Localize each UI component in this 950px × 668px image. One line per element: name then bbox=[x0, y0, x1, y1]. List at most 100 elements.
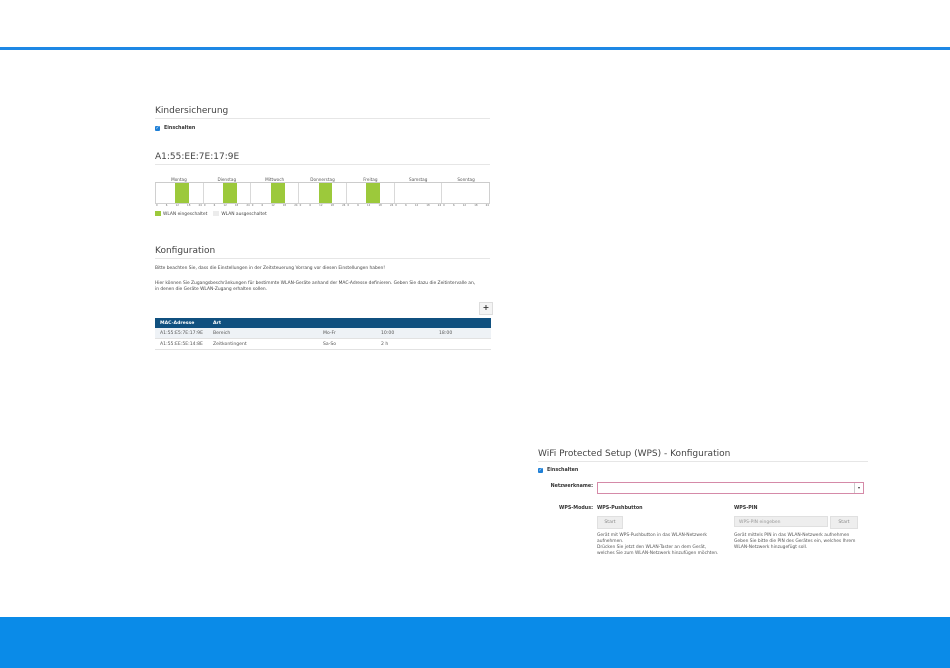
hour-tick-label: 0 bbox=[251, 204, 254, 207]
config-note-restrictions: Hier können Sie Zugangsbeschränkungen fü… bbox=[155, 281, 476, 286]
divider bbox=[155, 164, 490, 165]
header-accent-line bbox=[0, 47, 950, 50]
wps-mode-label: WPS-Modus: bbox=[559, 506, 593, 511]
section-title-wps: WiFi Protected Setup (WPS) - Konfigurati… bbox=[538, 449, 731, 459]
cell-from: 10:00 bbox=[376, 328, 434, 339]
hour-ticks: 0 6 12 18 24 bbox=[394, 204, 442, 210]
wlan-on-interval[interactable] bbox=[270, 183, 285, 203]
legend-on-swatch bbox=[155, 211, 161, 216]
hour-ticks: 0 6 12 18 24 bbox=[251, 204, 299, 210]
hour-tick-label: 12 bbox=[367, 204, 371, 207]
day-schedule-cell[interactable] bbox=[395, 183, 443, 203]
config-note-intervals: in denen die Geräte WLAN-Zugang erhalten… bbox=[155, 287, 268, 292]
hour-tick-label: 6 bbox=[405, 204, 407, 207]
hour-tick-label: 24 bbox=[389, 204, 394, 207]
checkbox-checked-icon[interactable]: ✓ bbox=[538, 468, 543, 473]
hour-tick-label: 6 bbox=[452, 204, 455, 207]
wlan-on-interval[interactable] bbox=[318, 183, 333, 203]
hour-tick-label: 18 bbox=[187, 204, 191, 207]
network-name-label: Netzwerkname: bbox=[550, 484, 593, 489]
hour-tick-label: 24 bbox=[294, 204, 298, 207]
cell-to bbox=[434, 338, 491, 350]
hour-tick-label: 12 bbox=[175, 204, 179, 207]
add-entry-button[interactable]: + bbox=[479, 302, 493, 315]
enable-parental-control[interactable]: ✓ Einschalten bbox=[155, 126, 195, 131]
wps-pin-start-button[interactable]: Start bbox=[830, 516, 858, 529]
column-header-type: Art bbox=[208, 318, 318, 328]
divider bbox=[538, 461, 868, 462]
hour-tick-label: 24 bbox=[437, 204, 442, 207]
enable-wps[interactable]: ✓ Einschalten bbox=[538, 468, 578, 473]
hour-tick-label: 18 bbox=[426, 204, 430, 207]
wps-pushbutton-title: WPS-Pushbutton bbox=[597, 506, 643, 511]
wlan-on-interval[interactable] bbox=[223, 183, 237, 203]
hour-ticks: 0 6 12 18 24 bbox=[346, 204, 394, 210]
hour-tick-label: 18 bbox=[234, 204, 239, 207]
hour-tick-label: 6 bbox=[357, 204, 359, 207]
hour-tick-label: 24 bbox=[342, 204, 346, 207]
chevron-down-icon[interactable]: ▾ bbox=[854, 483, 863, 493]
config-note-priority: Bitte beachten Sie, dass die Einstellung… bbox=[155, 266, 386, 271]
checkbox-checked-icon[interactable]: ✓ bbox=[155, 126, 160, 131]
section-title-kindersicherung: Kindersicherung bbox=[155, 106, 229, 116]
hour-ticks: 0 6 12 18 24 bbox=[155, 204, 203, 210]
device-mac-title: A1:55:EE:7E:17:9E bbox=[155, 152, 240, 162]
day-schedule-cell[interactable] bbox=[204, 183, 252, 203]
legend-on-label: WLAN eingeschaltet bbox=[163, 212, 208, 217]
cell-days: Sa-So bbox=[318, 338, 376, 350]
day-schedule-cell[interactable] bbox=[251, 183, 300, 203]
wlan-on-interval[interactable] bbox=[175, 183, 190, 203]
checkbox-label: Einschalten bbox=[164, 126, 196, 131]
table-header-row: MAC-Adresse Art bbox=[155, 318, 491, 328]
cell-mac: A1:55:EE:5E:14:8E bbox=[155, 338, 208, 350]
mac-restriction-table: MAC-Adresse Art A1:55:E5:7E:17:9E Bereic… bbox=[155, 318, 491, 350]
footer-bar bbox=[0, 617, 950, 668]
hour-tick-label: 18 bbox=[474, 204, 478, 207]
legend-off: WLAN ausgeschaltet bbox=[213, 211, 267, 217]
wps-pushbutton-start-button[interactable]: Start bbox=[597, 516, 623, 529]
hour-tick-label: 6 bbox=[261, 204, 264, 207]
network-name-select[interactable]: ▾ bbox=[597, 482, 864, 494]
schedule-legend: WLAN eingeschaltet WLAN ausgeschaltet bbox=[155, 211, 267, 217]
hour-tick-label: 18 bbox=[330, 204, 334, 207]
day-schedule-cell[interactable] bbox=[442, 183, 489, 203]
cell-days: Mo-Fr bbox=[318, 328, 376, 339]
table-row[interactable]: A1:55:E5:7E:17:9E Bereich Mo-Fr 10:00 18… bbox=[155, 328, 491, 339]
column-header-mac: MAC-Adresse bbox=[155, 318, 208, 328]
checkbox-label: Einschalten bbox=[547, 468, 579, 473]
hour-tick-label: 0 bbox=[299, 204, 302, 207]
column-header-days bbox=[318, 318, 376, 328]
wps-pin-input[interactable]: WPS-PIN eingeben bbox=[734, 516, 828, 527]
hour-ticks: 0 6 12 18 24 bbox=[203, 204, 251, 210]
wlan-on-interval[interactable] bbox=[366, 183, 380, 203]
legend-off-swatch bbox=[213, 211, 220, 216]
day-schedule-cell[interactable] bbox=[156, 183, 204, 203]
hour-tick-label: 0 bbox=[347, 204, 350, 207]
cell-type: Zeitkontingent bbox=[208, 338, 318, 350]
wps-pin-title: WPS-PIN bbox=[734, 506, 758, 511]
divider bbox=[155, 258, 490, 259]
network-name-value bbox=[598, 495, 601, 500]
hour-ticks: 0 6 12 18 24 bbox=[299, 204, 347, 210]
section-title-konfiguration: Konfiguration bbox=[155, 246, 216, 256]
hour-tick-label: 12 bbox=[223, 204, 227, 207]
hour-tick-label: 6 bbox=[309, 204, 312, 207]
wps-pushbutton-description: Gerät mit WPS-Pushbutton in das WLAN-Net… bbox=[597, 533, 718, 557]
description-line: welches Sie zum WLAN-Netzwerk hinzufügen… bbox=[597, 551, 719, 556]
hour-tick-label: 0 bbox=[443, 204, 445, 207]
weekly-schedule[interactable]: Montag Dienstag Mittwoch Donnerstag Freitag S… bbox=[155, 177, 491, 210]
hour-tick-label: 12 bbox=[414, 204, 419, 207]
hour-tick-label: 12 bbox=[271, 204, 275, 207]
hour-tick-label: 18 bbox=[282, 204, 287, 207]
wps-pin-description: Gerät mittels PIN in das WLAN-Netzwerk a… bbox=[734, 533, 855, 551]
hour-tick-label: 24 bbox=[246, 204, 250, 207]
legend-off-label: WLAN ausgeschaltet bbox=[221, 212, 267, 217]
table-row[interactable]: A1:55:EE:5E:14:8E Zeitkontingent Sa-So 2… bbox=[155, 338, 491, 350]
cell-from: 2 h bbox=[376, 338, 434, 350]
divider bbox=[155, 118, 490, 119]
day-schedule-cell[interactable] bbox=[347, 183, 395, 203]
column-header-from bbox=[376, 318, 434, 328]
day-schedule-cell[interactable] bbox=[299, 183, 347, 203]
hour-tick-label: 24 bbox=[198, 204, 202, 207]
hour-tick-label: 12 bbox=[462, 204, 467, 207]
